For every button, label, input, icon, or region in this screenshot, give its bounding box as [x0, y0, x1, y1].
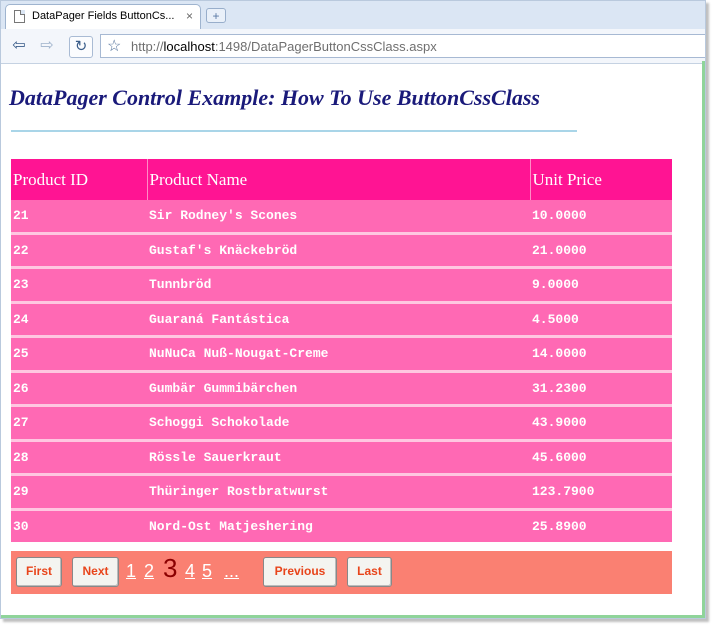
cell-product-name: Tunnbröd — [147, 267, 530, 304]
table-row: 25 NuNuCa Nuß-Nougat-Creme 14.0000 — [11, 336, 672, 373]
cell-product-name: Rössle Sauerkraut — [147, 440, 530, 476]
url-text[interactable]: http://localhost:1498/DataPagerButtonCss… — [131, 39, 437, 54]
cell-unit-price: 25.8900 — [530, 509, 672, 542]
cell-unit-price: 43.9000 — [530, 405, 672, 442]
cell-unit-price: 14.0000 — [530, 336, 672, 373]
cell-product-id: 30 — [11, 509, 147, 542]
cell-product-id: 26 — [11, 371, 147, 407]
divider — [11, 130, 577, 132]
column-header-product-id: Product ID — [13, 169, 89, 189]
browser-window: DataPager Fields ButtonCs... × + ⇦ ⇨ ↻ ☆… — [0, 0, 706, 619]
tab-strip: DataPager Fields ButtonCs... × + — [1, 1, 705, 29]
tab-title: DataPager Fields ButtonCs... — [32, 10, 175, 22]
browser-toolbar: ⇦ ⇨ ↻ ☆ http://localhost:1498/DataPagerB… — [1, 29, 705, 64]
window-edge — [702, 61, 705, 616]
cell-unit-price: 10.0000 — [530, 200, 672, 235]
forward-icon[interactable]: ⇨ — [37, 36, 57, 56]
cell-product-id: 21 — [11, 200, 147, 235]
page-link-4[interactable]: 4 — [185, 561, 195, 582]
url-host: localhost — [163, 39, 215, 54]
cell-product-id: 28 — [11, 440, 147, 476]
cell-product-id: 27 — [11, 405, 147, 442]
cell-product-id: 29 — [11, 474, 147, 511]
first-page-button[interactable]: First — [16, 557, 62, 587]
cell-unit-price: 21.0000 — [530, 233, 672, 269]
column-header-product-name: Product Name — [146, 159, 530, 200]
more-pages-link[interactable]: ... — [224, 561, 239, 582]
cell-product-id: 22 — [11, 233, 147, 269]
cell-unit-price: 123.7900 — [530, 474, 672, 511]
cell-product-name: Schoggi Schokolade — [147, 405, 530, 442]
page-link-5[interactable]: 5 — [202, 561, 212, 582]
table-row: 27 Schoggi Schokolade 43.9000 — [11, 405, 672, 442]
products-grid: Product ID Product Name Unit Price 21 Sir… — [11, 159, 672, 542]
bookmark-star-icon[interactable]: ☆ — [107, 36, 121, 56]
cell-product-id: 25 — [11, 336, 147, 373]
url-path: :1498/DataPagerButtonCssClass.aspx — [214, 39, 437, 54]
table-row: 26 Gumbär Gummibärchen 31.2300 — [11, 371, 672, 407]
cell-product-name: NuNuCa Nuß-Nougat-Creme — [147, 336, 530, 373]
cell-product-name: Guaraná Fantástica — [147, 302, 530, 338]
table-row: 21 Sir Rodney's Scones 10.0000 — [11, 200, 672, 235]
reload-icon[interactable]: ↻ — [69, 36, 93, 58]
url-prefix: http:// — [131, 39, 164, 54]
cell-product-name: Thüringer Rostbratwurst — [147, 474, 530, 511]
table-row: 29 Thüringer Rostbratwurst 123.7900 — [11, 474, 672, 511]
cell-product-id: 23 — [11, 267, 147, 304]
table-row: 23 Tunnbröd 9.0000 — [11, 267, 672, 304]
cell-unit-price: 31.2300 — [530, 371, 672, 407]
cell-product-id: 24 — [11, 302, 147, 338]
cell-product-name: Sir Rodney's Scones — [147, 200, 530, 235]
table-row: 24 Guaraná Fantástica 4.5000 — [11, 302, 672, 338]
page-link-1[interactable]: 1 — [126, 561, 136, 582]
column-header-unit-price: Unit Price — [529, 159, 672, 200]
cell-product-name: Nord-Ost Matjeshering — [147, 509, 530, 542]
table-row: 30 Nord-Ost Matjeshering 25.8900 — [11, 509, 672, 542]
cell-unit-price: 4.5000 — [530, 302, 672, 338]
close-tab-icon[interactable]: × — [186, 9, 193, 23]
cell-unit-price: 45.6000 — [530, 440, 672, 476]
cell-unit-price: 9.0000 — [530, 267, 672, 304]
page-link-2[interactable]: 2 — [144, 561, 154, 582]
address-bar[interactable]: ☆ http://localhost:1498/DataPagerButtonC… — [100, 34, 705, 58]
data-pager: First Next 1 2 3 4 5 ... Previous Last — [11, 551, 672, 594]
cell-product-name: Gumbär Gummibärchen — [147, 371, 530, 407]
table-row: 22 Gustaf's Knäckebröd 21.0000 — [11, 233, 672, 269]
new-tab-button[interactable]: + — [206, 8, 226, 23]
last-page-button[interactable]: Last — [347, 557, 392, 587]
page-title: DataPager Control Example: How To Use Bu… — [9, 85, 540, 110]
next-page-button[interactable]: Next — [72, 557, 119, 587]
previous-page-button[interactable]: Previous — [263, 557, 337, 587]
table-row: 28 Rössle Sauerkraut 45.6000 — [11, 440, 672, 476]
current-page: 3 — [163, 553, 178, 583]
back-icon[interactable]: ⇦ — [9, 36, 29, 56]
grid-header-row: Product ID Product Name Unit Price — [11, 159, 672, 200]
browser-tab[interactable]: DataPager Fields ButtonCs... × — [5, 4, 201, 29]
cell-product-name: Gustaf's Knäckebröd — [147, 233, 530, 269]
window-edge-bottom — [1, 615, 705, 618]
page-icon — [14, 10, 25, 23]
